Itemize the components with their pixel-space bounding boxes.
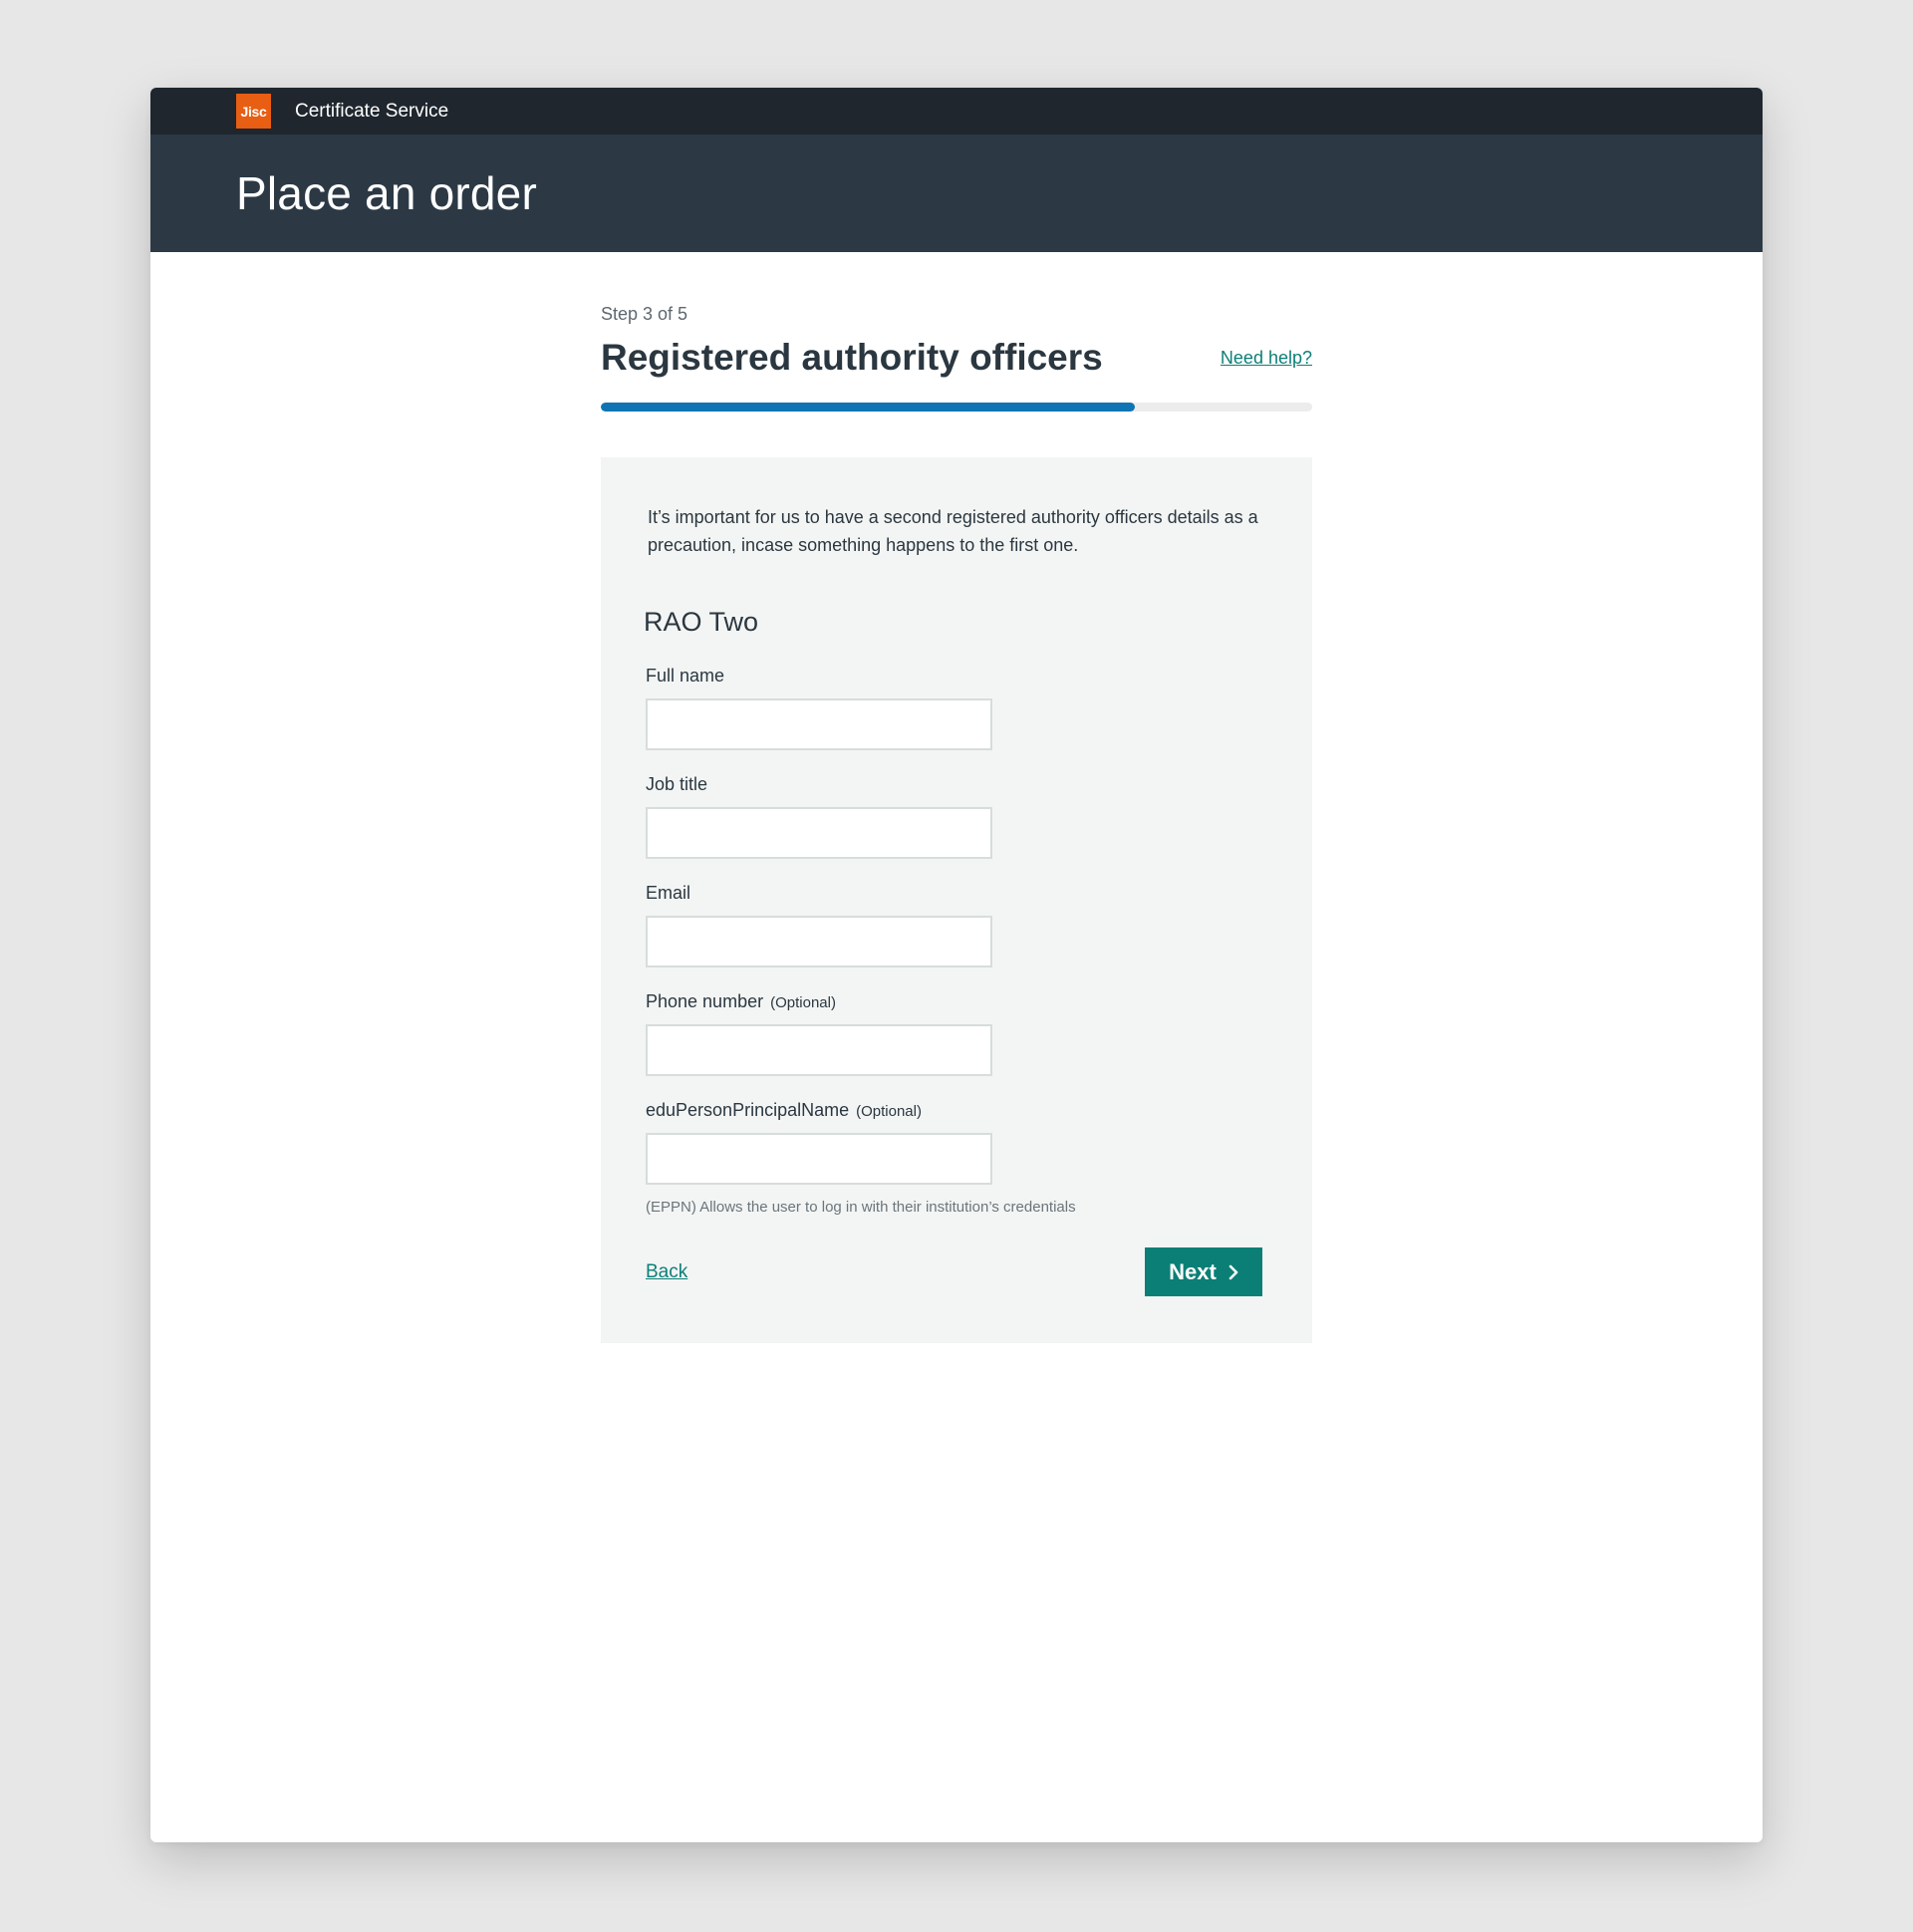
job-title-input[interactable] [646,807,992,859]
chevron-right-icon [1229,1264,1238,1279]
main-content: Step 3 of 5 Registered authority officer… [601,252,1312,1343]
optional-tag: (Optional) [856,1103,922,1120]
service-name[interactable]: Certificate Service [295,101,448,123]
app-window: Jisc Certificate Service Place an order … [150,88,1763,1842]
back-link[interactable]: Back [646,1261,687,1283]
full-name-label: Full name [646,666,1265,687]
progress-bar [601,403,1312,412]
job-title-label-text: Job title [646,774,708,794]
phone-field: Phone number (Optional) [646,991,1265,1076]
job-title-field: Job title [646,774,1265,859]
eppn-label-text: eduPersonPrincipalName [646,1100,850,1120]
email-input[interactable] [646,916,992,967]
intro-text: It’s important for us to have a second r… [648,507,1258,555]
email-label: Email [646,883,1265,904]
jisc-logo[interactable]: Jisc [236,94,271,129]
step-indicator: Step 3 of 5 [601,304,688,324]
progress-bar-fill [601,403,1135,412]
eppn-field: eduPersonPrincipalName (Optional) (EPPN) … [646,1100,1265,1216]
full-name-field: Full name [646,666,1265,750]
next-button-label: Next [1169,1258,1217,1284]
form-panel: It’s important for us to have a second r… [601,457,1312,1343]
form-actions: Back Next [646,1247,1262,1296]
full-name-label-text: Full name [646,666,725,686]
section-heading: RAO Two [644,607,759,637]
eppn-input[interactable] [646,1133,992,1185]
need-help-link[interactable]: Need help? [1221,348,1312,369]
optional-tag: (Optional) [770,994,836,1011]
step-title-row: Registered authority officers Need help? [601,334,1312,382]
top-bar: Jisc Certificate Service [150,88,1763,135]
email-field: Email [646,883,1265,967]
next-button[interactable]: Next [1145,1247,1262,1296]
email-label-text: Email [646,883,691,903]
eppn-hint: (EPPN) Allows the user to log in with th… [646,1199,1076,1216]
full-name-input[interactable] [646,698,992,750]
page-header: Place an order [150,135,1763,252]
job-title-label: Job title [646,774,1265,795]
phone-input[interactable] [646,1024,992,1076]
phone-label-text: Phone number [646,991,764,1011]
page-title: Place an order [236,167,537,219]
phone-label: Phone number (Optional) [646,991,1265,1012]
step-title: Registered authority officers [601,337,1103,378]
eppn-label: eduPersonPrincipalName (Optional) [646,1100,1265,1121]
